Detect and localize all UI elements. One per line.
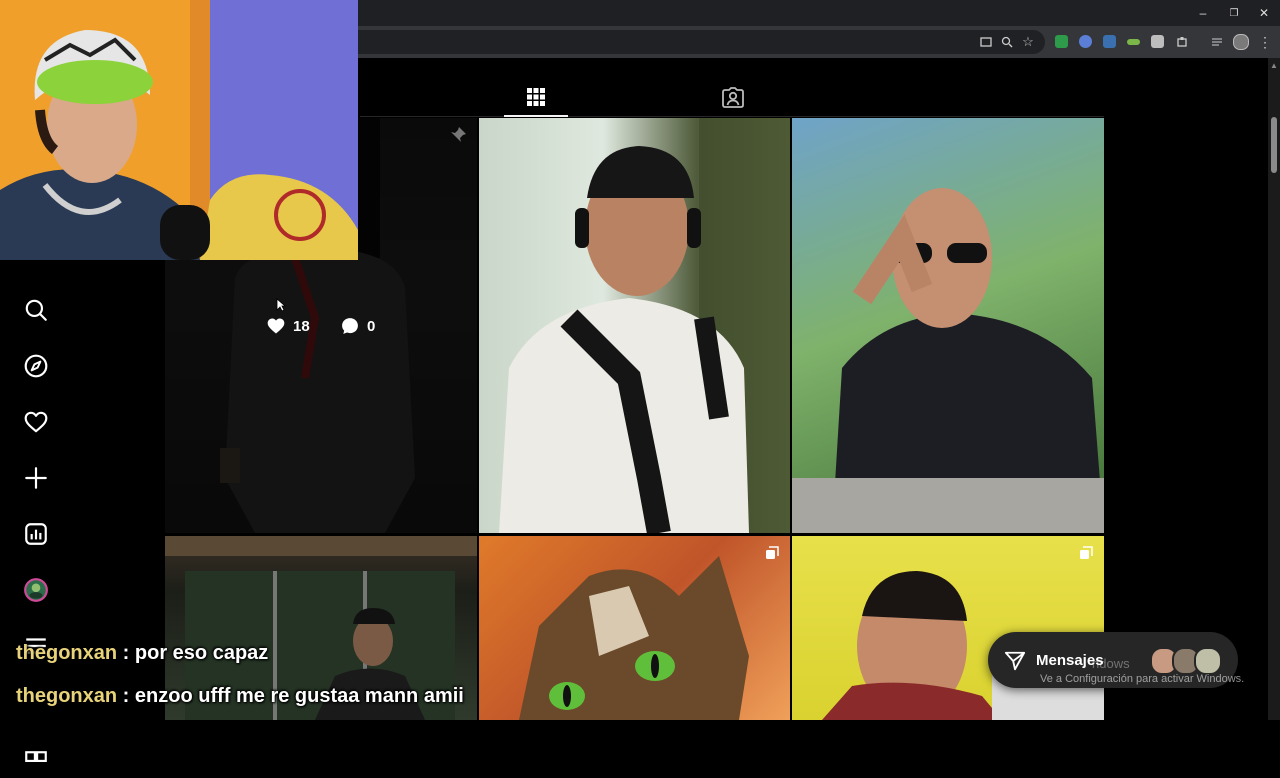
- reading-list-icon[interactable]: [1208, 33, 1226, 51]
- chat-text: por eso capaz: [134, 642, 269, 664]
- chat-message: thegonxan : por eso capaz: [16, 642, 268, 665]
- post-image: [479, 118, 790, 533]
- tab-tagged[interactable]: [701, 78, 765, 116]
- create-icon[interactable]: [20, 462, 52, 494]
- post-yellow-wall[interactable]: [792, 536, 1104, 720]
- profile-avatar[interactable]: [20, 574, 52, 606]
- pin-icon: [451, 127, 466, 142]
- comment-filled-icon: [342, 318, 358, 334]
- post-cat[interactable]: [479, 536, 790, 720]
- tagged-icon: [722, 87, 744, 108]
- close-button[interactable]: ✕: [1249, 0, 1279, 26]
- scroll-up-arrow[interactable]: ▲: [1270, 61, 1278, 70]
- likes-count: 18: [293, 317, 310, 335]
- heart-filled-icon: [267, 318, 285, 334]
- windows-activation-title: ndows: [1092, 656, 1130, 671]
- post-image: [792, 536, 1104, 720]
- post-sunglasses[interactable]: [792, 118, 1104, 533]
- webcam-overlay: [0, 0, 358, 260]
- message-avatar: [1194, 647, 1222, 675]
- post-headphones[interactable]: [479, 118, 790, 533]
- extension-icon-3[interactable]: [1103, 35, 1116, 48]
- address-bar[interactable]: [330, 30, 1045, 54]
- windows-activation-text: Ve a Configuración para activar Windows.: [1040, 673, 1245, 685]
- minimize-button[interactable]: –: [1188, 0, 1218, 26]
- active-tab-indicator: [504, 115, 568, 117]
- post-image: [792, 118, 1104, 533]
- zoom-icon[interactable]: [998, 33, 1016, 51]
- carousel-icon: [766, 546, 779, 559]
- chat-text: enzoo ufff me re gustaa mann amii: [134, 685, 464, 707]
- mouse-cursor: [276, 298, 286, 312]
- restore-button[interactable]: ❐: [1219, 0, 1249, 26]
- search-icon[interactable]: [20, 294, 52, 326]
- heart-icon[interactable]: [20, 406, 52, 438]
- profile-icon[interactable]: [1232, 33, 1250, 51]
- extensions-puzzle-icon[interactable]: [1173, 33, 1191, 51]
- install-app-icon[interactable]: [977, 33, 995, 51]
- comments-stat: 0: [340, 316, 375, 336]
- comments-count: 0: [367, 317, 376, 335]
- tab-posts[interactable]: [504, 78, 568, 116]
- chat-separator: :: [117, 685, 135, 707]
- chat-message: thegonxan : enzoo ufff me re gustaa mann…: [16, 685, 464, 708]
- grid-icon: [527, 88, 545, 106]
- chat-username: thegonxan: [16, 685, 118, 707]
- tabs-divider: [360, 116, 1104, 117]
- scrollbar-thumb[interactable]: [1271, 117, 1277, 173]
- explore-icon[interactable]: [20, 350, 52, 382]
- chat-username: thegonxan: [16, 642, 118, 664]
- extension-icon-4[interactable]: [1127, 39, 1140, 45]
- chat-separator: :: [117, 642, 135, 664]
- post-image: [479, 536, 790, 720]
- carousel-icon: [1080, 546, 1093, 559]
- extension-icon-1[interactable]: [1055, 35, 1068, 48]
- dashboard-icon[interactable]: [20, 518, 52, 550]
- extension-icon-2[interactable]: [1079, 35, 1092, 48]
- extension-icon-5[interactable]: [1151, 35, 1164, 48]
- likes-stat: 18: [266, 316, 310, 336]
- bookmark-star-icon[interactable]: ☆: [1019, 33, 1037, 51]
- threads-icon[interactable]: [20, 746, 52, 778]
- send-icon: [1004, 651, 1026, 671]
- browser-menu-icon[interactable]: ⋮: [1256, 33, 1274, 51]
